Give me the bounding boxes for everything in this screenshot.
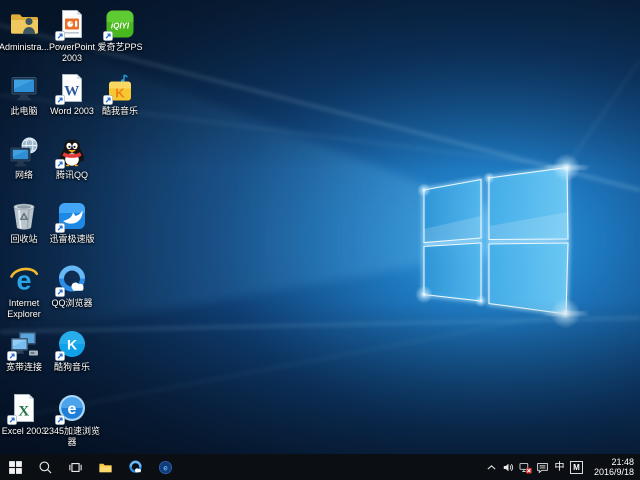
desktop-icon-excel-2003[interactable]: XExcel 2003 [1, 392, 47, 437]
ime-m-icon: M [570, 461, 583, 474]
windows-logo-icon [8, 460, 23, 475]
xunlei-bird-icon [56, 200, 88, 232]
word-icon: W [56, 72, 88, 104]
desktop-icon-qq-browser[interactable]: QQ浏览器 [49, 264, 95, 309]
qq-browser-small-icon [128, 460, 143, 475]
file-explorer-button[interactable] [90, 454, 120, 480]
desktop-icon-label: 酷狗音乐 [43, 362, 101, 373]
kugou-music-icon: K [56, 328, 88, 360]
desktop-icon-label: 2345加速浏览器 [43, 426, 101, 448]
svg-text:K: K [115, 86, 125, 101]
start-button[interactable] [0, 454, 30, 480]
speaker-icon [502, 461, 515, 474]
svg-text:W: W [64, 84, 79, 100]
desktop-icon-this-pc[interactable]: 此电脑 [1, 72, 47, 117]
search-button[interactable] [30, 454, 60, 480]
svg-text:X: X [18, 404, 29, 420]
qq-browser-icon [56, 264, 88, 296]
powerpoint-icon [56, 8, 88, 40]
ime-indicator[interactable]: M [569, 454, 584, 480]
browser-2345-globe-icon: e [158, 460, 173, 475]
user-folder-icon [8, 8, 40, 40]
message-icon [536, 461, 549, 474]
clock-time: 21:48 [594, 457, 634, 467]
desktop-icon-broadband[interactable]: 宽带连接 [1, 328, 47, 373]
computer-icon [8, 72, 40, 104]
broadband-icon [8, 328, 40, 360]
qq-penguin-icon [56, 136, 88, 168]
clock-date: 2016/9/18 [594, 467, 634, 477]
taskbar: e 中M 21:48 2016/9/18 [0, 454, 640, 480]
input-mode-indicator[interactable]: 中 [552, 454, 567, 480]
svg-text:e: e [68, 401, 77, 418]
desktop-icon-label: 迅雷极速版 [43, 234, 101, 245]
task-view-icon [68, 460, 83, 475]
desktop-icon-tencent-qq[interactable]: 腾讯QQ [49, 136, 95, 181]
qq-browser-taskbar-button[interactable] [120, 454, 150, 480]
svg-text:iQIYI: iQIYI [111, 22, 130, 31]
desktop-icon-administrator[interactable]: Administra... [1, 8, 47, 53]
taskbar-clock[interactable]: 21:48 2016/9/18 [590, 457, 638, 477]
desktop-icon-powerpoint-2003[interactable]: PowerPoint 2003 [49, 8, 95, 64]
system-tray: 中M 21:48 2016/9/18 [483, 454, 640, 480]
network-icon [8, 136, 40, 168]
iqiyi-icon: iQIYI [104, 8, 136, 40]
folder-icon [98, 460, 113, 475]
desktop-icon-word-2003[interactable]: WWord 2003 [49, 72, 95, 117]
desktop-icon-2345-browser[interactable]: e2345加速浏览器 [49, 392, 95, 448]
chinese-input-icon: 中 [554, 461, 564, 474]
browser-2345-icon: e [56, 392, 88, 424]
desktop-icon-xunlei[interactable]: 迅雷极速版 [49, 200, 95, 245]
desktop-icon-label: 爱奇艺PPS [91, 42, 149, 53]
desktop: Administra...PowerPoint 2003iQIYI爱奇艺PPS此… [0, 0, 640, 480]
network-status-button[interactable] [518, 454, 533, 480]
desktop-icon-kugou-music[interactable]: K酷狗音乐 [49, 328, 95, 373]
desktop-icon-label: 腾讯QQ [43, 170, 101, 181]
desktop-icon-label: 酷我音乐 [91, 106, 149, 117]
network-disconnected-icon [519, 461, 532, 474]
search-icon [38, 460, 53, 475]
desktop-icon-kuwo-music[interactable]: K酷我音乐 [97, 72, 143, 117]
2345-browser-taskbar-button[interactable]: e [150, 454, 180, 480]
desktop-icon-recycle-bin[interactable]: 回收站 [1, 200, 47, 245]
hidden-icons-chevron[interactable] [484, 454, 499, 480]
kuwo-music-icon: K [104, 72, 136, 104]
svg-text:K: K [67, 337, 77, 353]
desktop-icon-internet-explorer[interactable]: eInternet Explorer [1, 264, 47, 320]
desktop-icon-grid: Administra...PowerPoint 2003iQIYI爱奇艺PPS此… [0, 0, 640, 454]
ie-icon: e [8, 264, 40, 296]
taskbar-buttons: e [0, 454, 180, 480]
chevron-up-icon [485, 461, 498, 474]
task-view-button[interactable] [60, 454, 90, 480]
desktop-icon-label: QQ浏览器 [43, 298, 101, 309]
svg-text:e: e [163, 463, 168, 472]
excel-icon: X [8, 392, 40, 424]
recycle-bin-icon [8, 200, 40, 232]
desktop-icon-network[interactable]: 网络 [1, 136, 47, 181]
volume-button[interactable] [501, 454, 516, 480]
desktop-icon-iqiyi-pps[interactable]: iQIYI爱奇艺PPS [97, 8, 143, 53]
action-center-button[interactable] [535, 454, 550, 480]
